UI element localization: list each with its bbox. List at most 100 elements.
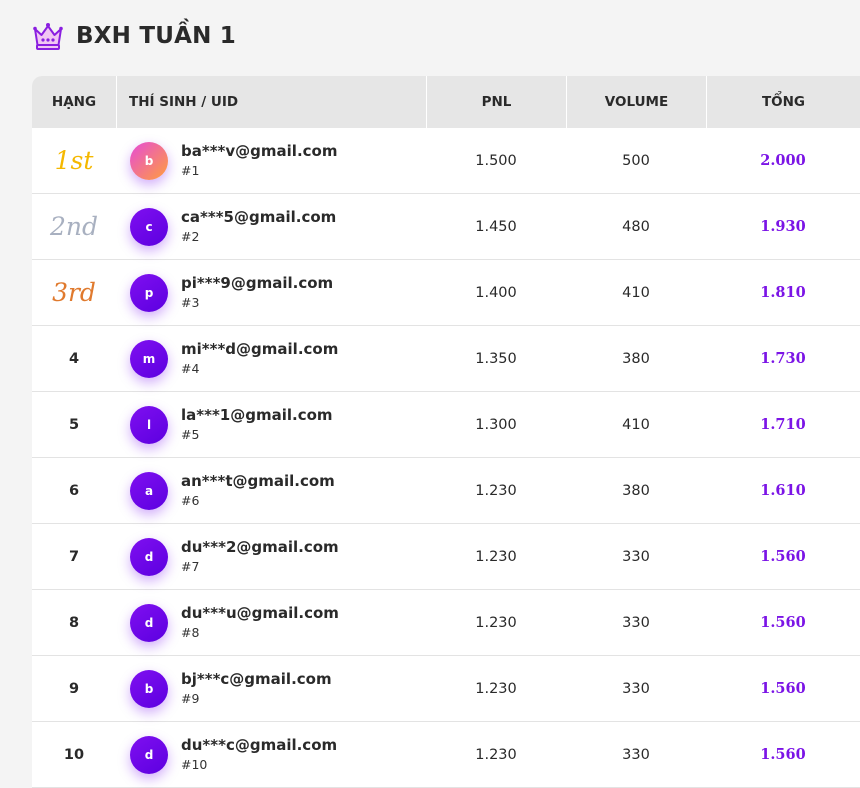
contestant-info: du***u@gmail.com #8 — [181, 604, 339, 641]
volume-cell: 480 — [566, 194, 706, 259]
contestant-email: an***t@gmail.com — [181, 472, 335, 490]
rank-medal: 1st — [54, 146, 94, 175]
total-cell: 1.930 — [706, 194, 860, 259]
table-row[interactable]: 3rd p pi***9@gmail.com #3 1.400 410 1.810 — [32, 260, 860, 326]
avatar: b — [130, 141, 168, 180]
column-header-total[interactable]: TỔNG — [706, 76, 860, 128]
contestant-cell: b bj***c@gmail.com #9 — [116, 656, 426, 721]
contestant-cell: b ba***v@gmail.com #1 — [116, 128, 426, 193]
pnl-value: 1.450 — [475, 218, 517, 235]
avatar: d — [130, 603, 168, 642]
pnl-value: 1.230 — [475, 614, 517, 631]
pnl-value: 1.500 — [475, 152, 517, 169]
volume-cell: 410 — [566, 392, 706, 457]
contestant-email: du***u@gmail.com — [181, 604, 339, 622]
contestant-info: bj***c@gmail.com #9 — [181, 670, 332, 707]
table-row[interactable]: 8 d du***u@gmail.com #8 1.230 330 1.560 — [32, 590, 860, 656]
rank-cell: 9 — [32, 656, 116, 721]
rank-medal: 3rd — [52, 278, 96, 307]
rank-cell: 7 — [32, 524, 116, 589]
rank-cell: 1st — [32, 128, 116, 193]
contestant-cell: c ca***5@gmail.com #2 — [116, 194, 426, 259]
contestant-cell: l la***1@gmail.com #5 — [116, 392, 426, 457]
table-row[interactable]: 1st b ba***v@gmail.com #1 1.500 500 2.000 — [32, 128, 860, 194]
rank-number: 8 — [68, 614, 80, 631]
contestant-email: pi***9@gmail.com — [181, 274, 334, 292]
volume-value: 330 — [622, 548, 650, 565]
rank-number: 6 — [68, 482, 80, 499]
contestant-uid: #4 — [181, 361, 200, 376]
table-body: 1st b ba***v@gmail.com #1 1.500 500 2.000 2nd c c… — [32, 128, 860, 788]
avatar: m — [130, 339, 168, 378]
contestant-cell: d du***c@gmail.com #10 — [116, 722, 426, 787]
contestant-cell: p pi***9@gmail.com #3 — [116, 260, 426, 325]
pnl-value: 1.230 — [475, 482, 517, 499]
table-row[interactable]: 10 d du***c@gmail.com #10 1.230 330 1.560 — [32, 722, 860, 788]
contestant-email: la***1@gmail.com — [181, 406, 333, 424]
rank-cell: 8 — [32, 590, 116, 655]
avatar: p — [130, 273, 168, 312]
total-cell: 2.000 — [706, 128, 860, 193]
pnl-cell: 1.300 — [426, 392, 566, 457]
avatar: a — [130, 471, 168, 510]
pnl-cell: 1.350 — [426, 326, 566, 391]
contestant-info: ba***v@gmail.com #1 — [181, 142, 337, 179]
table-row[interactable]: 4 m mi***d@gmail.com #4 1.350 380 1.730 — [32, 326, 860, 392]
crown-icon — [33, 23, 63, 50]
contestant-uid: #10 — [181, 757, 208, 772]
volume-cell: 330 — [566, 524, 706, 589]
total-value: 1.560 — [760, 746, 806, 763]
rank-number: 10 — [63, 746, 85, 763]
table-row[interactable]: 7 d du***2@gmail.com #7 1.230 330 1.560 — [32, 524, 860, 590]
contestant-info: mi***d@gmail.com #4 — [181, 340, 338, 377]
contestant-uid: #3 — [181, 295, 200, 310]
volume-value: 330 — [622, 746, 650, 763]
table-row[interactable]: 9 b bj***c@gmail.com #9 1.230 330 1.560 — [32, 656, 860, 722]
rank-medal: 2nd — [49, 212, 98, 241]
pnl-cell: 1.500 — [426, 128, 566, 193]
total-value: 1.560 — [760, 614, 806, 631]
avatar: l — [130, 405, 168, 444]
pnl-cell: 1.230 — [426, 722, 566, 787]
column-header-name[interactable]: THÍ SINH / UID — [116, 76, 426, 128]
column-header-rank[interactable]: HẠNG — [32, 76, 116, 128]
contestant-uid: #8 — [181, 625, 200, 640]
table-row[interactable]: 2nd c ca***5@gmail.com #2 1.450 480 1.930 — [32, 194, 860, 260]
column-header-volume[interactable]: VOLUME — [566, 76, 706, 128]
contestant-email: ba***v@gmail.com — [181, 142, 338, 160]
volume-value: 330 — [622, 680, 650, 697]
avatar: c — [130, 207, 168, 246]
volume-cell: 410 — [566, 260, 706, 325]
contestant-uid: #6 — [181, 493, 200, 508]
pnl-value: 1.230 — [475, 548, 517, 565]
volume-value: 410 — [622, 416, 650, 433]
pnl-value: 1.230 — [475, 746, 517, 763]
rank-number: 4 — [68, 350, 80, 367]
table-row[interactable]: 5 l la***1@gmail.com #5 1.300 410 1.710 — [32, 392, 860, 458]
total-value: 1.610 — [760, 482, 806, 499]
contestant-uid: #7 — [181, 559, 200, 574]
rank-cell: 4 — [32, 326, 116, 391]
pnl-cell: 1.450 — [426, 194, 566, 259]
total-cell: 1.560 — [706, 656, 860, 721]
contestant-email: bj***c@gmail.com — [181, 670, 332, 688]
table-row[interactable]: 6 a an***t@gmail.com #6 1.230 380 1.610 — [32, 458, 860, 524]
pnl-cell: 1.230 — [426, 656, 566, 721]
total-cell: 1.730 — [706, 326, 860, 391]
contestant-cell: d du***u@gmail.com #8 — [116, 590, 426, 655]
volume-cell: 380 — [566, 458, 706, 523]
volume-cell: 330 — [566, 590, 706, 655]
contestant-cell: d du***2@gmail.com #7 — [116, 524, 426, 589]
volume-value: 380 — [622, 482, 650, 499]
rank-number: 9 — [68, 680, 80, 697]
contestant-cell: m mi***d@gmail.com #4 — [116, 326, 426, 391]
pnl-cell: 1.230 — [426, 458, 566, 523]
rank-cell: 10 — [32, 722, 116, 787]
contestant-uid: #9 — [181, 691, 200, 706]
pnl-cell: 1.230 — [426, 590, 566, 655]
total-value: 1.810 — [760, 284, 806, 301]
column-header-pnl[interactable]: PNL — [426, 76, 566, 128]
contestant-uid: #5 — [181, 427, 200, 442]
rank-cell: 2nd — [32, 194, 116, 259]
rank-cell: 3rd — [32, 260, 116, 325]
